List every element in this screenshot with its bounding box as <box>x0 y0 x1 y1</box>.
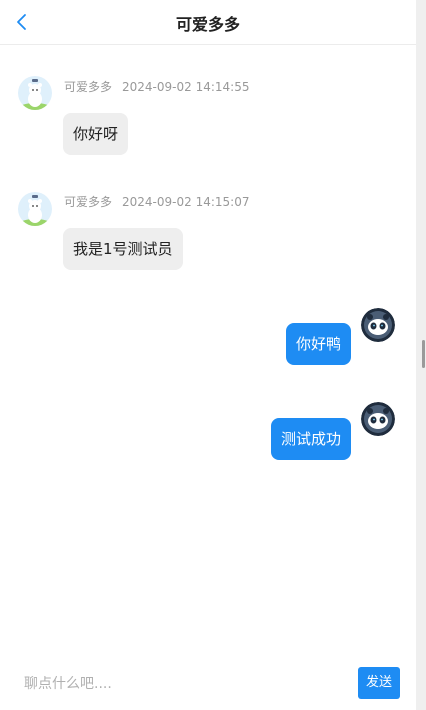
message-time: 2024-09-02 14:15:07 <box>122 195 250 209</box>
my-avatar[interactable] <box>361 402 395 436</box>
bear-avatar-icon <box>18 76 52 110</box>
composer: 发送 <box>0 660 416 710</box>
message-bubble-outgoing: 你好鸭 <box>285 323 351 365</box>
panda-avatar-icon <box>361 308 395 342</box>
panda-avatar-icon <box>361 402 395 436</box>
message-time: 2024-09-02 14:14:55 <box>122 80 250 94</box>
chat-screen: 可爱多多 可爱多多 2024-09-02 14:14:55 你好呀 可爱多多 2… <box>0 0 416 710</box>
chat-header: 可爱多多 <box>0 0 416 45</box>
message-meta: 可爱多多 2024-09-02 14:14:55 <box>64 78 249 95</box>
contact-avatar[interactable] <box>18 192 52 226</box>
sender-name: 可爱多多 <box>64 80 113 94</box>
message-meta: 可爱多多 2024-09-02 14:15:07 <box>64 193 249 210</box>
scrollbar-thumb[interactable] <box>422 340 425 368</box>
contact-avatar[interactable] <box>18 76 52 110</box>
message-input[interactable] <box>22 670 346 698</box>
bear-avatar-icon <box>18 192 52 226</box>
message-bubble-incoming: 你好呀 <box>63 113 129 155</box>
sender-name: 可爱多多 <box>64 195 113 209</box>
message-bubble-incoming: 我是1号测试员 <box>63 228 183 270</box>
message-bubble-outgoing: 测试成功 <box>270 418 351 460</box>
my-avatar[interactable] <box>361 308 395 342</box>
page-title: 可爱多多 <box>175 15 240 34</box>
send-button[interactable]: 发送 <box>358 667 400 699</box>
